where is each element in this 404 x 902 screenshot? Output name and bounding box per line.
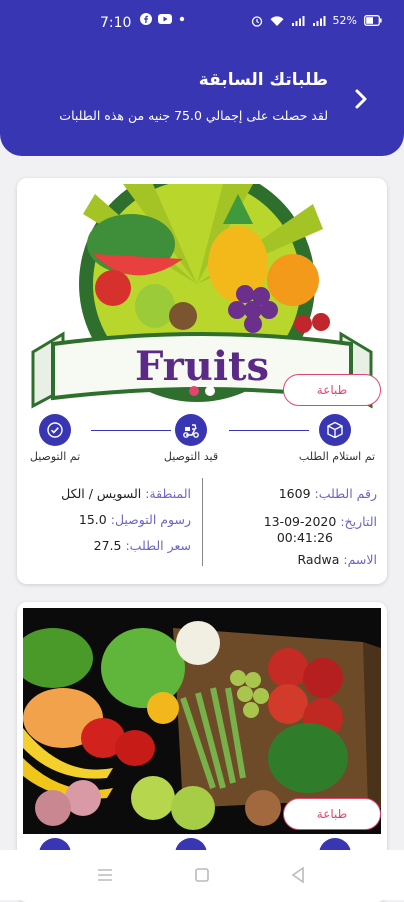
order-time-row: 00:41:26 bbox=[277, 530, 333, 545]
battery-icon bbox=[364, 15, 382, 26]
print-button[interactable]: طباعة bbox=[283, 798, 381, 830]
order-name-label: الاسم: bbox=[343, 552, 377, 567]
order-date-row: التاريخ: 2020-09-13 bbox=[264, 514, 377, 529]
order-status-tracker: تم استلام الطلب قيد التوصيل تم التوصيل bbox=[17, 414, 387, 470]
back-triangle-icon[interactable] bbox=[290, 866, 306, 884]
menu-icon[interactable] bbox=[96, 868, 114, 882]
region-label: المنطقة: bbox=[145, 486, 191, 501]
tracker-line bbox=[91, 430, 171, 431]
box-icon bbox=[319, 414, 351, 446]
order-price-label: سعر الطلب: bbox=[125, 538, 191, 553]
order-price-row: سعر الطلب: 27.5 bbox=[94, 538, 191, 553]
youtube-icon bbox=[158, 14, 172, 24]
step-label-delivering: قيد التوصيل bbox=[163, 450, 219, 463]
print-button[interactable]: طباعة bbox=[283, 374, 381, 406]
delivery-scooter-icon bbox=[175, 414, 207, 446]
facebook-icon bbox=[140, 13, 152, 25]
check-icon bbox=[39, 414, 71, 446]
home-square-icon[interactable] bbox=[194, 867, 210, 883]
carousel-dot-active[interactable] bbox=[189, 386, 199, 396]
page-subtitle: لقد حصلت على إجمالي 75.0 جنيه من هذه الط… bbox=[59, 108, 328, 123]
signal-icon bbox=[291, 15, 305, 26]
details-divider bbox=[202, 478, 203, 566]
order-number-value: 1609 bbox=[278, 486, 311, 501]
order-name-row: الاسم: Radwa bbox=[298, 552, 377, 567]
chevron-right-icon[interactable] bbox=[346, 84, 376, 114]
delivery-fee-label: رسوم التوصيل: bbox=[110, 512, 191, 527]
page-header: طلباتك السابقة لقد حصلت على إجمالي 75.0 … bbox=[0, 52, 404, 156]
order-time-value: 00:41:26 bbox=[276, 530, 333, 545]
delivery-fee-value: 15.0 bbox=[78, 512, 107, 527]
order-date-label: التاريخ: bbox=[340, 514, 377, 529]
order-date-value: 2020-09-13 bbox=[263, 514, 337, 529]
order-details: رقم الطلب: 1609 التاريخ: 2020-09-13 00:4… bbox=[17, 478, 387, 584]
battery-percent: 52% bbox=[332, 14, 357, 27]
alarm-icon bbox=[251, 15, 262, 27]
order-number-row: رقم الطلب: 1609 bbox=[279, 486, 377, 501]
order-number-label: رقم الطلب: bbox=[314, 486, 377, 501]
fruits-banner-text: Fruits bbox=[135, 343, 269, 390]
status-bar: 7:10 52% bbox=[0, 0, 404, 52]
region-row: المنطقة: السويس / الكل bbox=[61, 486, 191, 501]
system-navigation-bar bbox=[0, 850, 404, 900]
delivery-fee-row: رسوم التوصيل: 15.0 bbox=[79, 512, 191, 527]
order-price-value: 27.5 bbox=[93, 538, 122, 553]
step-label-received: تم استلام الطلب bbox=[298, 450, 376, 463]
order-name-value: Radwa bbox=[297, 552, 340, 567]
page-title: طلباتك السابقة bbox=[198, 70, 328, 90]
status-time: 7:10 bbox=[100, 15, 132, 31]
wifi-icon bbox=[270, 15, 284, 26]
carousel-dot[interactable] bbox=[205, 386, 215, 396]
signal-icon-2 bbox=[312, 15, 326, 26]
step-label-delivered: تم التوصيل bbox=[29, 450, 81, 463]
tracker-line bbox=[229, 430, 309, 431]
region-value: السويس / الكل bbox=[61, 486, 142, 501]
order-card[interactable]: Fruits طباعة تم استلام الطلب قيد التوصيل… bbox=[17, 178, 387, 584]
dot-icon bbox=[179, 16, 185, 22]
